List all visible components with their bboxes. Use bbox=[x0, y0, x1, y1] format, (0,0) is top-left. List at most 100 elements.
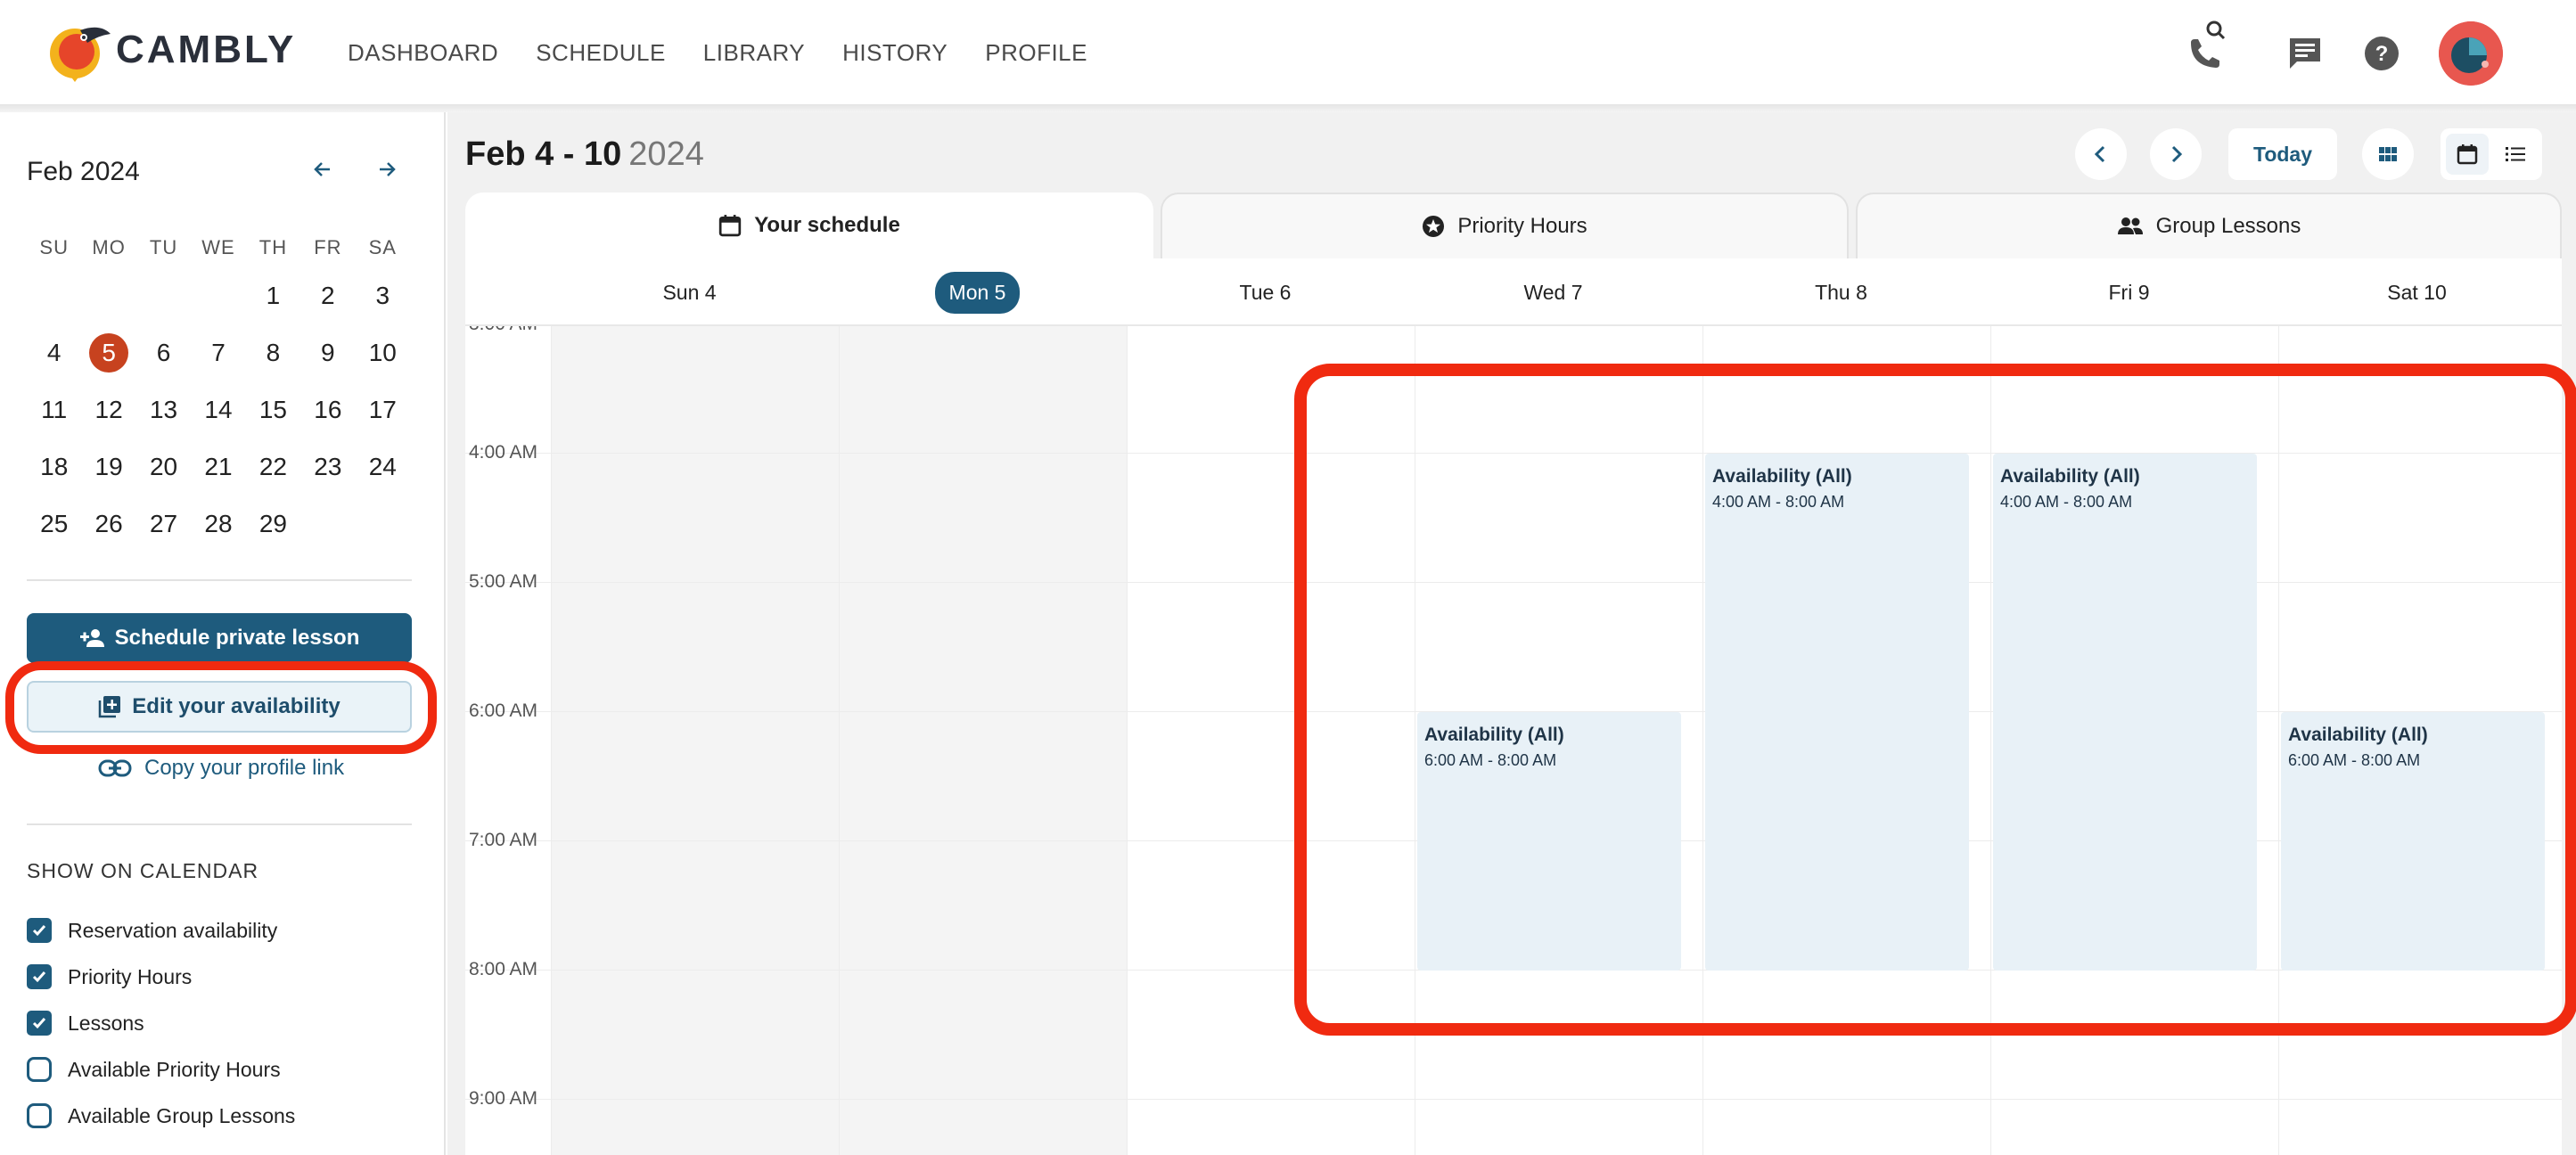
calendar-view-button[interactable] bbox=[2446, 134, 2489, 175]
check-icon bbox=[32, 1018, 46, 1029]
day-column[interactable] bbox=[551, 326, 839, 1155]
day-cell[interactable]: 25 bbox=[35, 504, 74, 544]
day-cell[interactable]: 16 bbox=[308, 390, 348, 430]
day-cell[interactable]: 7 bbox=[199, 333, 238, 373]
divider bbox=[27, 823, 412, 825]
checkbox-available-group-lessons[interactable]: Available Group Lessons bbox=[27, 1103, 295, 1128]
day-cell[interactable]: 28 bbox=[199, 504, 238, 544]
day-header[interactable]: Sun 4 bbox=[546, 258, 833, 326]
checkbox-unchecked[interactable] bbox=[27, 1057, 52, 1082]
availability-event[interactable]: Availability (All) 4:00 AM - 8:00 AM bbox=[1705, 454, 1969, 971]
day-cell[interactable]: 29 bbox=[253, 504, 292, 544]
day-header[interactable]: Tue 6 bbox=[1121, 258, 1409, 326]
day-header[interactable]: Thu 8 bbox=[1697, 258, 1985, 326]
next-month-button[interactable] bbox=[369, 152, 405, 187]
availability-event[interactable]: Availability (All) 6:00 AM - 8:00 AM bbox=[1417, 712, 1681, 971]
prev-month-button[interactable] bbox=[305, 152, 340, 187]
day-cell[interactable]: 3 bbox=[363, 276, 402, 315]
tab-label: Group Lessons bbox=[2155, 214, 2301, 238]
chat-icon[interactable] bbox=[2282, 30, 2328, 77]
day-cell-today[interactable]: 5 bbox=[89, 333, 129, 373]
nav-library[interactable]: LIBRARY bbox=[703, 39, 805, 67]
nav-dashboard[interactable]: DASHBOARD bbox=[348, 39, 498, 67]
next-week-button[interactable] bbox=[2150, 128, 2202, 180]
time-label: 5:00 AM bbox=[469, 571, 538, 592]
day-cell bbox=[199, 276, 238, 315]
day-cell[interactable]: 22 bbox=[253, 447, 292, 487]
checkbox-unchecked[interactable] bbox=[27, 1103, 52, 1128]
phone-search-icon[interactable] bbox=[2178, 18, 2241, 80]
event-title: Availability (All) bbox=[1424, 725, 1564, 745]
copy-profile-link[interactable]: Copy your profile link bbox=[98, 756, 344, 781]
day-header-label: Mon 5 bbox=[934, 271, 1021, 314]
day-cell[interactable]: 27 bbox=[144, 504, 184, 544]
day-column[interactable] bbox=[1127, 326, 1415, 1155]
day-cell[interactable]: 2 bbox=[308, 276, 348, 315]
tab-priority-hours[interactable]: Priority Hours bbox=[1161, 192, 1849, 258]
weekday-label: WE bbox=[201, 236, 235, 258]
tab-label: Your schedule bbox=[754, 213, 900, 237]
list-view-button[interactable] bbox=[2494, 134, 2537, 175]
day-cell[interactable]: 23 bbox=[308, 447, 348, 487]
time-label: 9:00 AM bbox=[469, 1088, 538, 1109]
checkbox-checked[interactable] bbox=[27, 1011, 52, 1036]
day-header[interactable]: Wed 7 bbox=[1409, 258, 1697, 326]
day-cell[interactable]: 20 bbox=[144, 447, 184, 487]
chevron-left-icon bbox=[2094, 145, 2105, 163]
day-cell[interactable]: 17 bbox=[363, 390, 402, 430]
schedule-private-lesson-button[interactable]: Schedule private lesson bbox=[27, 613, 412, 663]
day-cell[interactable]: 9 bbox=[308, 333, 348, 373]
prev-week-button[interactable] bbox=[2075, 128, 2127, 180]
day-cell[interactable]: 26 bbox=[89, 504, 128, 544]
cambly-logo[interactable]: CAMBLY bbox=[48, 16, 296, 84]
day-cell[interactable]: 18 bbox=[35, 447, 74, 487]
day-cell[interactable]: 15 bbox=[253, 390, 292, 430]
checkbox-checked[interactable] bbox=[27, 918, 52, 943]
day-cell[interactable]: 4 bbox=[35, 333, 74, 373]
today-button[interactable]: Today bbox=[2228, 128, 2337, 180]
checkbox-reservation-availability[interactable]: Reservation availability bbox=[27, 918, 277, 943]
event-time: 4:00 AM - 8:00 AM bbox=[1712, 493, 1845, 511]
checkbox-checked[interactable] bbox=[27, 964, 52, 989]
day-header[interactable]: Fri 9 bbox=[1985, 258, 2273, 326]
nav-history[interactable]: HISTORY bbox=[842, 39, 948, 67]
day-column[interactable] bbox=[839, 326, 1127, 1155]
day-cell bbox=[363, 504, 402, 544]
day-header[interactable]: Sat 10 bbox=[2273, 258, 2561, 326]
day-cell[interactable]: 21 bbox=[199, 447, 238, 487]
checkbox-priority-hours[interactable]: Priority Hours bbox=[27, 964, 192, 989]
week-range: Feb 4 - 10 bbox=[465, 135, 622, 173]
day-header-today[interactable]: Mon 5 bbox=[833, 258, 1121, 326]
edit-availability-button[interactable]: Edit your availability bbox=[27, 681, 412, 733]
nav-schedule[interactable]: SCHEDULE bbox=[536, 39, 666, 67]
nav-profile[interactable]: PROFILE bbox=[985, 39, 1087, 67]
day-cell[interactable]: 11 bbox=[35, 390, 74, 430]
tab-group-lessons[interactable]: Group Lessons bbox=[1856, 192, 2562, 258]
day-cell[interactable]: 10 bbox=[363, 333, 402, 373]
hour-line bbox=[465, 1099, 2562, 1100]
tab-your-schedule[interactable]: Your schedule bbox=[465, 192, 1153, 258]
time-label: 3:00 AM bbox=[469, 326, 537, 335]
help-icon[interactable]: ? bbox=[2359, 30, 2405, 77]
star-circle-icon bbox=[1423, 216, 1445, 237]
view-toggle bbox=[2441, 128, 2542, 180]
day-cell[interactable]: 24 bbox=[363, 447, 402, 487]
day-cell[interactable]: 8 bbox=[253, 333, 292, 373]
availability-event[interactable]: Availability (All) 4:00 AM - 8:00 AM bbox=[1993, 454, 2257, 971]
day-cell[interactable]: 19 bbox=[89, 447, 128, 487]
availability-event[interactable]: Availability (All) 6:00 AM - 8:00 AM bbox=[2281, 712, 2545, 971]
checkbox-lessons[interactable]: Lessons bbox=[27, 1011, 144, 1036]
day-header-label: Sat 10 bbox=[2387, 280, 2447, 304]
avatar[interactable] bbox=[2439, 21, 2503, 86]
day-cell[interactable]: 13 bbox=[144, 390, 184, 430]
day-cell[interactable]: 14 bbox=[199, 390, 238, 430]
day-cell[interactable]: 6 bbox=[144, 333, 184, 373]
grid-view-button[interactable] bbox=[2362, 128, 2414, 180]
weekday-label: SU bbox=[39, 236, 69, 258]
day-cell[interactable]: 12 bbox=[89, 390, 128, 430]
checkbox-available-priority-hours[interactable]: Available Priority Hours bbox=[27, 1057, 281, 1082]
day-cell[interactable]: 1 bbox=[253, 276, 292, 315]
day-cell bbox=[308, 504, 348, 544]
schedule-private-lesson-label: Schedule private lesson bbox=[114, 626, 360, 650]
grid-icon bbox=[2379, 147, 2397, 161]
